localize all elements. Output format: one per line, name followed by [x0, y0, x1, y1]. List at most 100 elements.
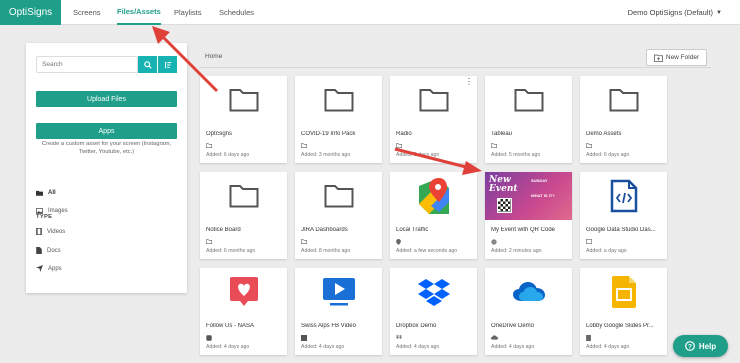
code-document-icon — [610, 179, 637, 213]
asset-card[interactable]: OneDrive Demo Added: 4 days ago — [485, 268, 572, 355]
asset-card[interactable]: Demo Assets Added: 6 days ago — [580, 76, 667, 163]
app-logo[interactable]: OptiSigns — [0, 0, 61, 25]
film-icon — [36, 228, 42, 235]
apps-button[interactable]: Apps — [36, 123, 177, 139]
app-badge-icon — [206, 335, 212, 341]
slides-small-icon — [586, 335, 591, 341]
folder-large-icon — [419, 89, 448, 112]
asset-date: Added: 4 days ago — [301, 344, 345, 350]
asset-date: Added: a few seconds ago — [396, 248, 458, 254]
more-options-icon[interactable]: ⋮ — [465, 78, 473, 86]
folder-large-icon — [229, 89, 258, 112]
asset-card[interactable]: Google Data Studio Das... Added: a day a… — [580, 172, 667, 259]
asset-card[interactable]: COVID-19 Info Pack Added: 3 months ago — [295, 76, 382, 163]
event-title: New Event — [489, 176, 518, 194]
video-thumbnail — [295, 268, 382, 316]
asset-title: COVID-19 Info Pack — [301, 131, 356, 137]
code-doc-thumbnail — [580, 172, 667, 220]
breadcrumb-bar: Home New Folder — [199, 42, 711, 68]
tab-screens[interactable]: Screens — [73, 0, 101, 25]
folder-icon — [206, 143, 212, 148]
folder-thumbnail — [485, 76, 572, 124]
asset-title: JIRA Dashboards — [301, 227, 348, 233]
asset-date: Added: 5 days ago — [396, 152, 440, 158]
svg-text:?: ? — [688, 343, 692, 350]
asset-card[interactable]: Dropbox Demo Added: 4 days ago — [390, 268, 477, 355]
folder-large-icon — [514, 89, 543, 112]
asset-title: Swiss Alps FB Video — [301, 323, 356, 329]
asset-card[interactable]: Follow Us - NASA Added: 4 days ago — [200, 268, 287, 355]
asset-card[interactable]: Tableau Added: 5 months ago — [485, 76, 572, 163]
search-button[interactable] — [138, 56, 157, 73]
folder-large-icon — [324, 89, 353, 112]
folder-large-icon — [229, 185, 258, 208]
tab-files-assets[interactable]: Files/Assets — [117, 0, 161, 25]
google-maps-icon — [418, 178, 449, 214]
event-details: SUNDAY WHAT IS IT? — [531, 178, 569, 198]
folder-large-icon — [609, 89, 638, 112]
asset-card[interactable]: Swiss Alps FB Video Added: 4 days ago — [295, 268, 382, 355]
asset-title: Notice Board — [206, 227, 241, 233]
asset-card[interactable]: Notice Board Added: 6 months ago — [200, 172, 287, 259]
cloud-icon — [491, 335, 498, 340]
asset-date: Added: 6 days ago — [586, 152, 630, 158]
type-filter-videos[interactable]: Videos — [36, 228, 65, 235]
folder-thumbnail — [580, 76, 667, 124]
video-play-icon — [322, 278, 355, 306]
account-menu[interactable]: Demo OptiSigns (Default) ▼ — [628, 0, 722, 25]
asset-title: Tableau — [491, 131, 513, 137]
asset-card[interactable]: New Event SUNDAY WHAT IS IT? My Event wi… — [485, 172, 572, 259]
folder-icon — [36, 190, 43, 196]
asset-date: Added: 3 months ago — [301, 152, 351, 158]
asset-card[interactable]: OptiSigns Added: 6 days ago — [200, 76, 287, 163]
folder-thumbnail — [295, 76, 382, 124]
new-folder-button[interactable]: New Folder — [646, 49, 707, 66]
asset-date: Added: 5 months ago — [491, 152, 541, 158]
type-filter-apps[interactable]: Apps — [36, 265, 62, 272]
app-badge-icon — [491, 239, 497, 245]
sort-button[interactable] — [158, 56, 177, 73]
dropbox-thumbnail — [390, 268, 477, 316]
type-filter-images[interactable]: Images — [36, 208, 68, 214]
asset-title: Follow Us - NASA — [206, 323, 255, 329]
event-text-placeholder — [531, 183, 569, 193]
tab-playlists[interactable]: Playlists — [174, 0, 202, 25]
type-filter-docs[interactable]: Docs — [36, 247, 61, 254]
asset-date: Added: a day ago — [586, 248, 627, 254]
instagram-thumbnail — [200, 268, 287, 316]
new-folder-label: New Folder — [665, 54, 700, 61]
folder-icon — [301, 143, 307, 148]
image-icon — [36, 208, 43, 214]
help-button[interactable]: ? Help — [673, 335, 728, 357]
asset-date: Added: 4 days ago — [206, 344, 250, 350]
slides-thumbnail — [580, 268, 667, 316]
tab-schedules[interactable]: Schedules — [219, 0, 254, 25]
asset-card[interactable]: Lobby Google Slides Pr... Added: 4 days … — [580, 268, 667, 355]
asset-card[interactable]: JIRA Dashboards Added: 8 months ago — [295, 172, 382, 259]
dropbox-icon — [417, 279, 450, 306]
breadcrumb[interactable]: Home — [205, 53, 222, 60]
type-filter-all[interactable]: All — [36, 190, 56, 196]
location-pin-icon — [396, 239, 401, 245]
maps-thumbnail — [390, 172, 477, 220]
asset-title: OneDrive Demo — [491, 323, 535, 329]
asset-date: Added: 4 days ago — [491, 344, 535, 350]
type-label-videos: Videos — [47, 228, 66, 235]
facebook-icon — [301, 335, 307, 341]
top-nav: OptiSigns Screens Files/Assets Playlists… — [0, 0, 740, 25]
type-label-apps: Apps — [48, 265, 62, 272]
onedrive-cloud-icon — [512, 282, 545, 301]
asset-title: OptiSigns — [206, 131, 233, 137]
asset-title: Lobby Google Slides Pr... — [586, 323, 654, 329]
upload-files-button[interactable]: Upload Files — [36, 91, 177, 107]
folder-thumbnail — [390, 76, 477, 124]
asset-title: Demo Assets — [586, 131, 622, 137]
asset-date: Added: 4 days ago — [396, 344, 440, 350]
search-input[interactable] — [36, 56, 138, 73]
asset-card[interactable]: ⋮ Radio Added: 5 days ago — [390, 76, 477, 163]
type-label-all: All — [48, 190, 56, 196]
asset-card[interactable]: Local Traffic Added: a few seconds ago — [390, 172, 477, 259]
main-content: Home New Folder OptiSigns Added: 6 days … — [199, 42, 732, 363]
event-thumbnail: New Event SUNDAY WHAT IS IT? — [485, 172, 572, 220]
asset-date: Added: 4 days ago — [586, 344, 630, 350]
